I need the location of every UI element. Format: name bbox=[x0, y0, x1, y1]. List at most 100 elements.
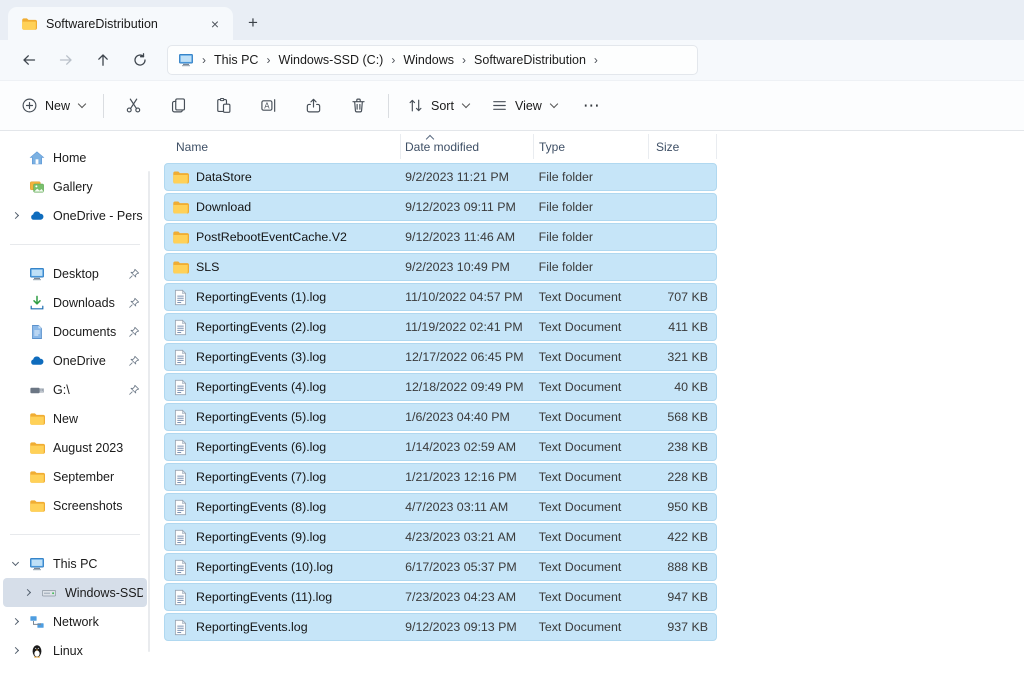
delete-button[interactable] bbox=[336, 89, 381, 122]
chevron-slot bbox=[13, 474, 29, 479]
explorer-tab[interactable]: SoftwareDistribution × bbox=[8, 7, 233, 40]
cut-button[interactable] bbox=[111, 89, 156, 122]
sidebar-item[interactable]: Windows-SSD (C:) bbox=[3, 578, 147, 607]
file-date-modified: 12/17/2022 06:45 PM bbox=[401, 350, 534, 364]
file-name: ReportingEvents (10).log bbox=[196, 560, 333, 574]
sidebar-item[interactable]: Home bbox=[3, 143, 147, 172]
chevron-slot bbox=[13, 358, 29, 363]
chevron-icon[interactable] bbox=[12, 559, 19, 566]
new-button[interactable]: New bbox=[10, 89, 96, 122]
file-row[interactable]: ReportingEvents (4).log 12/18/2022 09:49… bbox=[164, 373, 717, 401]
see-more-button[interactable]: ⋯ bbox=[568, 92, 616, 120]
new-tab-button[interactable]: + bbox=[248, 13, 258, 33]
file-type: Text Document bbox=[534, 500, 649, 514]
sidebar-item-icon bbox=[29, 440, 45, 456]
sidebar-item[interactable]: September bbox=[3, 462, 147, 491]
file-size: 568 KB bbox=[648, 410, 716, 424]
file-rows: DataStore 9/2/2023 11:21 PM File folder … bbox=[164, 163, 1024, 641]
file-date-modified: 12/18/2022 09:49 PM bbox=[401, 380, 534, 394]
file-date-modified: 6/17/2023 05:37 PM bbox=[401, 560, 534, 574]
file-row[interactable]: ReportingEvents (11).log 7/23/2023 04:23… bbox=[164, 583, 717, 611]
pin-icon bbox=[128, 384, 140, 396]
sidebar-item-icon bbox=[29, 266, 45, 282]
share-button[interactable] bbox=[291, 89, 336, 122]
forward-button[interactable] bbox=[47, 44, 84, 76]
file-row[interactable]: ReportingEvents (8).log 4/7/2023 03:11 A… bbox=[164, 493, 717, 521]
file-row[interactable]: Download 9/12/2023 09:11 PM File folder bbox=[164, 193, 717, 221]
file-name-cell: Download bbox=[165, 199, 401, 216]
sidebar-item-icon bbox=[29, 469, 45, 485]
toolbar-divider bbox=[103, 94, 104, 118]
file-type: Text Document bbox=[534, 560, 649, 574]
sort-button[interactable]: Sort bbox=[396, 89, 480, 122]
chevron-slot bbox=[13, 213, 29, 218]
file-size: 40 KB bbox=[648, 380, 716, 394]
file-row[interactable]: DataStore 9/2/2023 11:21 PM File folder bbox=[164, 163, 717, 191]
file-row[interactable]: ReportingEvents.log 9/12/2023 09:13 PM T… bbox=[164, 613, 717, 641]
sidebar-item-label: Linux bbox=[53, 644, 143, 658]
file-row[interactable]: ReportingEvents (3).log 12/17/2022 06:45… bbox=[164, 343, 717, 371]
breadcrumb-item[interactable]: This PC bbox=[214, 53, 258, 67]
breadcrumb-item[interactable]: SoftwareDistribution bbox=[474, 53, 586, 67]
breadcrumb-item[interactable]: Windows bbox=[403, 53, 454, 67]
paste-button[interactable] bbox=[201, 89, 246, 122]
tab-close-button[interactable]: × bbox=[205, 16, 225, 32]
file-name: Download bbox=[196, 200, 251, 214]
explorer-body: Home Gallery OneDrive - Personal bbox=[0, 131, 1024, 682]
file-row[interactable]: ReportingEvents (9).log 4/23/2023 03:21 … bbox=[164, 523, 717, 551]
chevron-icon[interactable] bbox=[24, 589, 31, 596]
file-type: Text Document bbox=[534, 380, 649, 394]
sidebar-item-label: Windows-SSD (C:) bbox=[65, 586, 143, 600]
column-header[interactable]: Date modified bbox=[401, 134, 534, 159]
up-button[interactable] bbox=[84, 44, 121, 76]
sidebar-item[interactable]: Downloads bbox=[3, 288, 147, 317]
copy-button[interactable] bbox=[156, 89, 201, 122]
file-row[interactable]: ReportingEvents (7).log 1/21/2023 12:16 … bbox=[164, 463, 717, 491]
file-row[interactable]: ReportingEvents (2).log 11/19/2022 02:41… bbox=[164, 313, 717, 341]
refresh-button[interactable] bbox=[121, 44, 158, 76]
column-header[interactable]: Name bbox=[164, 134, 401, 159]
sidebar-divider bbox=[10, 244, 140, 245]
breadcrumb-item[interactable]: Windows-SSD (C:) bbox=[278, 53, 383, 67]
sidebar-item[interactable]: G:\ bbox=[3, 375, 147, 404]
file-row[interactable]: ReportingEvents (5).log 1/6/2023 04:40 P… bbox=[164, 403, 717, 431]
file-type: Text Document bbox=[534, 530, 649, 544]
sidebar-item[interactable]: Screenshots bbox=[3, 491, 147, 520]
file-size: 411 KB bbox=[648, 320, 716, 334]
sidebar-item[interactable]: OneDrive bbox=[3, 346, 147, 375]
file-row[interactable]: ReportingEvents (6).log 1/14/2023 02:59 … bbox=[164, 433, 717, 461]
chevron-icon[interactable] bbox=[12, 618, 19, 625]
file-row[interactable]: PostRebootEventCache.V2 9/12/2023 11:46 … bbox=[164, 223, 717, 251]
pin-icon bbox=[128, 355, 140, 367]
file-row[interactable]: ReportingEvents (10).log 6/17/2023 05:37… bbox=[164, 553, 717, 581]
file-name: ReportingEvents (6).log bbox=[196, 440, 326, 454]
file-type: Text Document bbox=[534, 410, 649, 424]
sidebar-item[interactable]: Network bbox=[3, 607, 147, 636]
file-type-icon bbox=[172, 499, 189, 516]
file-name: ReportingEvents (4).log bbox=[196, 380, 326, 394]
sidebar-item[interactable]: August 2023 bbox=[3, 433, 147, 462]
toolbar-divider bbox=[388, 94, 389, 118]
sidebar-item[interactable]: This PC bbox=[3, 549, 147, 578]
sidebar-item[interactable]: OneDrive - Personal bbox=[3, 201, 147, 230]
sidebar-item[interactable]: Gallery bbox=[3, 172, 147, 201]
back-button[interactable] bbox=[10, 44, 47, 76]
view-button[interactable]: View bbox=[480, 89, 568, 122]
chevron-icon[interactable] bbox=[12, 647, 19, 654]
file-list-panel: Name Date modified Type Size bbox=[150, 131, 1024, 682]
file-type-icon bbox=[172, 259, 189, 276]
file-row[interactable]: SLS 9/2/2023 10:49 PM File folder bbox=[164, 253, 717, 281]
sidebar-item[interactable]: Desktop bbox=[3, 259, 147, 288]
sidebar-item[interactable]: Linux bbox=[3, 636, 147, 665]
file-name: ReportingEvents (3).log bbox=[196, 350, 326, 364]
file-type: File folder bbox=[534, 200, 649, 214]
column-header[interactable]: Size bbox=[649, 134, 717, 159]
column-header[interactable]: Type bbox=[534, 134, 649, 159]
file-row[interactable]: ReportingEvents (1).log 11/10/2022 04:57… bbox=[164, 283, 717, 311]
address-bar[interactable]: › This PC › Windows-SSD (C:) › Windows bbox=[167, 45, 698, 75]
sidebar-item[interactable]: New bbox=[3, 404, 147, 433]
chevron-icon[interactable] bbox=[12, 212, 19, 219]
file-type-icon bbox=[172, 319, 189, 336]
rename-button[interactable] bbox=[246, 89, 291, 122]
sidebar-item[interactable]: Documents bbox=[3, 317, 147, 346]
